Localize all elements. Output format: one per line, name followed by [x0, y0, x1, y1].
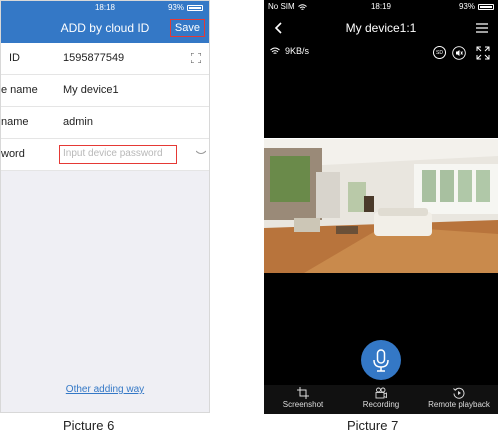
- password-label: word: [1, 148, 25, 160]
- device-name-field[interactable]: My device1: [63, 75, 119, 106]
- screenshot-label: Screenshot: [282, 400, 324, 409]
- device-form: ID 1595877549 e name My device1 name adm…: [1, 43, 209, 171]
- caption-picture7: Picture 7: [347, 418, 399, 433]
- nav-bar: My device1:1: [264, 14, 498, 42]
- sd-quality-button[interactable]: SD: [433, 46, 446, 59]
- battery-icon: [187, 4, 203, 11]
- picture7-phone: No SIM 18:19 93% My device1:1 9KB/s SD S…: [264, 0, 498, 414]
- battery-percent: 93%: [167, 3, 184, 12]
- battery-indicator: 93%: [459, 0, 494, 14]
- other-adding-way-link[interactable]: Other adding way: [1, 384, 209, 395]
- form-row-password: word Input device password: [1, 139, 209, 171]
- battery-icon: [478, 4, 494, 10]
- recording-label: Recording: [362, 400, 400, 409]
- show-password-icon[interactable]: [196, 150, 206, 156]
- live-video-feed[interactable]: [264, 138, 498, 273]
- recording-button[interactable]: Recording: [342, 385, 420, 414]
- microphone-icon: [373, 349, 389, 372]
- remote-playback-button[interactable]: Remote playback: [420, 385, 498, 414]
- password-field[interactable]: Input device password: [59, 145, 177, 164]
- bottom-action-bar: Screenshot Recording Remote playback: [264, 385, 498, 414]
- talk-button[interactable]: [361, 340, 401, 380]
- form-row-username: name admin: [1, 107, 209, 139]
- video-camera-icon: [375, 387, 387, 399]
- speed-indicator: 9KB/s: [270, 46, 309, 56]
- screenshot-button[interactable]: Screenshot: [264, 385, 342, 414]
- menu-icon[interactable]: [476, 22, 488, 34]
- remote-playback-label: Remote playback: [428, 400, 490, 409]
- playback-icon: [453, 387, 465, 399]
- id-label: ID: [9, 52, 20, 64]
- nav-bar: ADD by cloud ID Save: [1, 14, 209, 43]
- username-field[interactable]: admin: [63, 107, 93, 138]
- page-title: My device1:1: [345, 21, 417, 35]
- form-row-id: ID 1595877549: [1, 43, 209, 75]
- form-row-device-name: e name My device1: [1, 75, 209, 107]
- id-field[interactable]: 1595877549: [63, 43, 124, 74]
- picture6-phone: 18:18 93% ADD by cloud ID Save ID 159587…: [0, 0, 210, 413]
- wifi-icon: [270, 47, 280, 54]
- caption-picture6: Picture 6: [63, 418, 115, 433]
- speed-value: 9KB/s: [285, 46, 310, 56]
- scan-qr-icon[interactable]: [191, 53, 201, 63]
- crop-icon: [297, 387, 309, 399]
- status-bar: 18:18 93%: [1, 1, 209, 14]
- mute-icon[interactable]: [452, 46, 466, 60]
- username-label: name: [1, 116, 29, 128]
- save-button[interactable]: Save: [169, 19, 205, 37]
- battery-indicator: 93%: [168, 1, 203, 14]
- device-name-label: e name: [1, 84, 38, 96]
- battery-percent: 93%: [458, 2, 475, 11]
- fullscreen-icon[interactable]: [476, 46, 490, 60]
- status-bar: No SIM 18:19 93%: [264, 0, 498, 14]
- video-toolbar: 9KB/s SD: [264, 42, 498, 64]
